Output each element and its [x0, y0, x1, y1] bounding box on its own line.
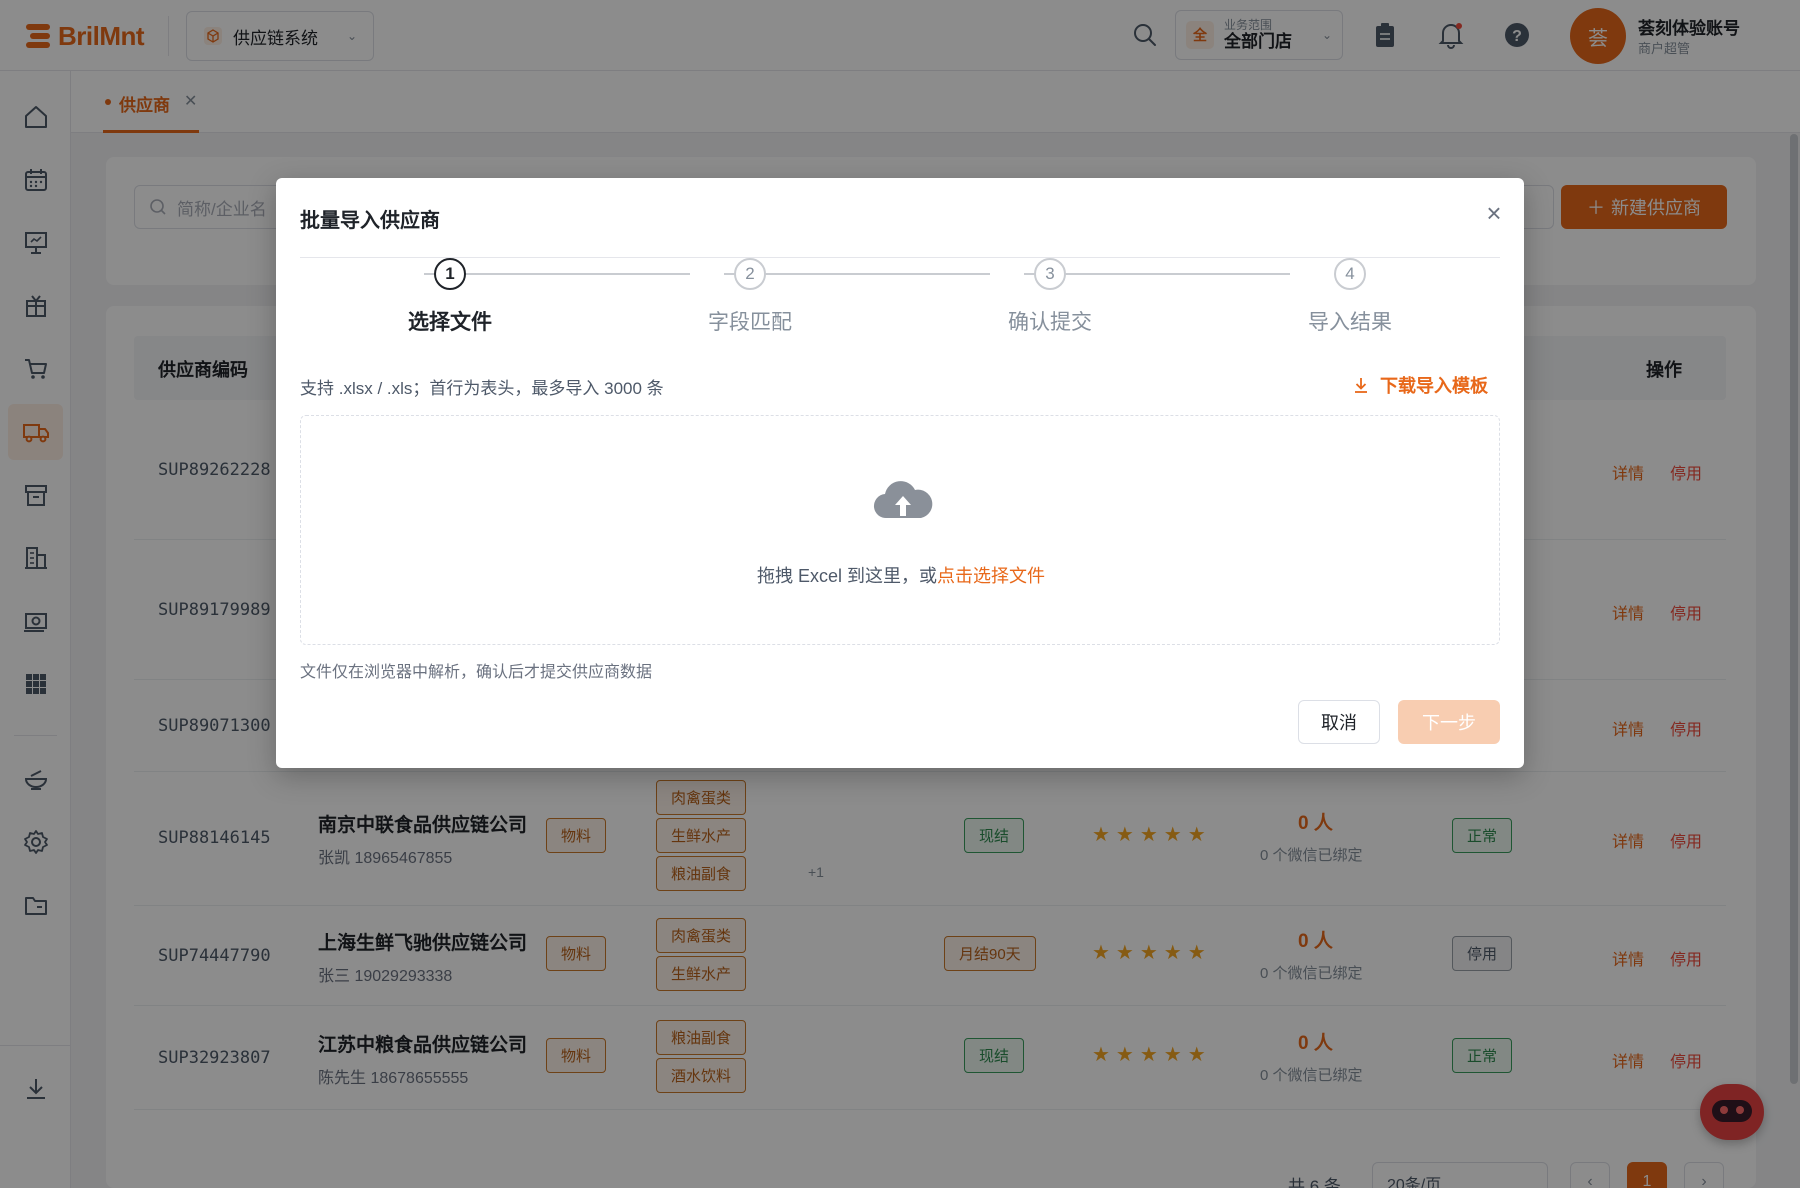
cancel-button[interactable]: 取消	[1298, 700, 1380, 744]
parse-note: 文件仅在浏览器中解析，确认后才提交供应商数据	[300, 664, 653, 681]
dialog-title: 批量导入供应商	[300, 210, 440, 232]
drop-text: 拖拽 Excel 到这里，或	[756, 566, 938, 586]
download-template-link[interactable]: 下载导入模板	[1352, 372, 1488, 398]
choose-file-link[interactable]: 点击选择文件	[937, 566, 1045, 586]
import-supplier-dialog: 批量导入供应商 × 1 2 3 4 选择文件 字段匹配 确认提交 导入结果 支持…	[276, 178, 1524, 768]
step-3-label: 确认提交	[1008, 311, 1092, 334]
step-1-label: 选择文件	[408, 311, 492, 334]
step-4-indicator: 4	[1334, 258, 1366, 290]
step-3-indicator: 3	[1034, 258, 1066, 290]
download-template-label: 下载导入模板	[1380, 376, 1488, 396]
step-2-label: 字段匹配	[708, 311, 792, 334]
divider	[300, 257, 1500, 258]
drop-instruction: 拖拽 Excel 到这里，或点击选择文件	[301, 562, 1501, 588]
close-icon[interactable]: ×	[1480, 200, 1508, 228]
step-2-indicator: 2	[734, 258, 766, 290]
file-dropzone[interactable]: 拖拽 Excel 到这里，或点击选择文件	[300, 415, 1500, 645]
support-format-text: 支持 .xlsx / .xls；首行为表头，最多导入 3000 条	[300, 379, 664, 398]
next-step-button[interactable]: 下一步	[1398, 700, 1500, 744]
step-4-label: 导入结果	[1308, 311, 1392, 334]
download-icon	[1355, 378, 1367, 393]
cloud-upload-icon	[873, 481, 933, 519]
step-1-indicator: 1	[434, 258, 466, 290]
